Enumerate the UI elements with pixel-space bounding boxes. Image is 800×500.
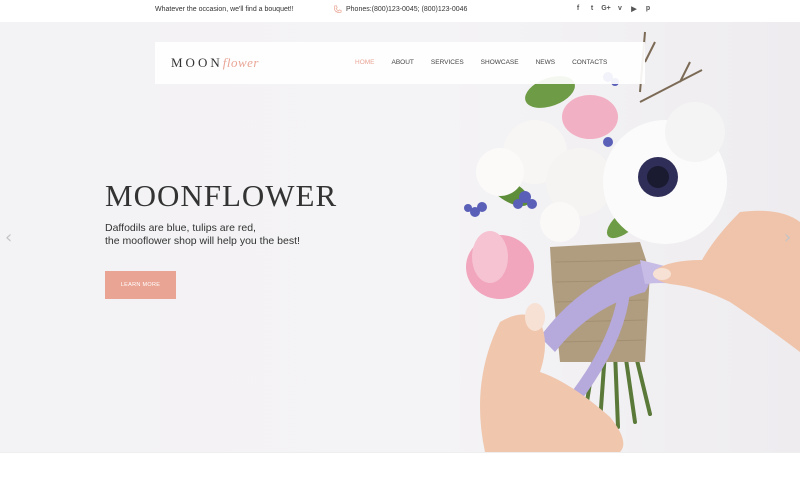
hero-subtext-line-1: Daffodils are blue, tulips are red, <box>105 222 256 234</box>
facebook-icon[interactable]: f <box>571 5 585 13</box>
main-menu: HOME ABOUT SERVICES SHOWCASE NEWS CONTAC… <box>355 59 607 66</box>
bouquet-image <box>464 31 800 452</box>
phone-icon <box>334 5 342 13</box>
vimeo-icon[interactable]: v <box>613 5 627 13</box>
navigation-bar: MOONflower HOME ABOUT SERVICES SHOWCASE … <box>155 42 645 84</box>
nav-item-news[interactable]: NEWS <box>536 59 556 66</box>
tagline: Whatever the occasion, we'll find a bouq… <box>155 6 294 13</box>
slider-next-icon[interactable]: › <box>784 227 791 248</box>
nav-item-about[interactable]: ABOUT <box>392 59 414 66</box>
phones-info: Phones:(800)123-0045; (800)123-0046 <box>333 5 467 14</box>
social-links: f t G+ v ▶ p <box>571 5 655 13</box>
nav-item-services[interactable]: SERVICES <box>431 59 464 66</box>
nav-item-showcase[interactable]: SHOWCASE <box>481 59 519 66</box>
hero-subtext-line-2: the mooflower shop will help you the bes… <box>105 235 300 247</box>
pinterest-icon[interactable]: p <box>641 5 655 13</box>
phones-text: Phones:(800)123-0045; (800)123-0046 <box>346 6 468 13</box>
hero-title: MOONFLOWER <box>105 178 338 213</box>
page-content-area <box>0 452 800 500</box>
nav-item-contacts[interactable]: CONTACTS <box>572 59 607 66</box>
hero-section: MOONflower HOME ABOUT SERVICES SHOWCASE … <box>0 22 800 452</box>
logo[interactable]: MOONflower <box>171 55 259 71</box>
twitter-icon[interactable]: t <box>585 5 599 13</box>
top-bar: Whatever the occasion, we'll find a bouq… <box>0 0 800 22</box>
hero-subtext: Daffodils are blue, tulips are red, the … <box>105 222 300 248</box>
logo-script-text: flower <box>222 55 259 70</box>
slider-prev-icon[interactable]: ‹ <box>5 227 12 248</box>
learn-more-button[interactable]: LEARN MORE <box>105 271 176 299</box>
google-plus-icon[interactable]: G+ <box>599 5 613 13</box>
youtube-icon[interactable]: ▶ <box>627 5 641 13</box>
logo-text: MOON <box>171 55 223 70</box>
nav-item-home[interactable]: HOME <box>355 59 375 66</box>
